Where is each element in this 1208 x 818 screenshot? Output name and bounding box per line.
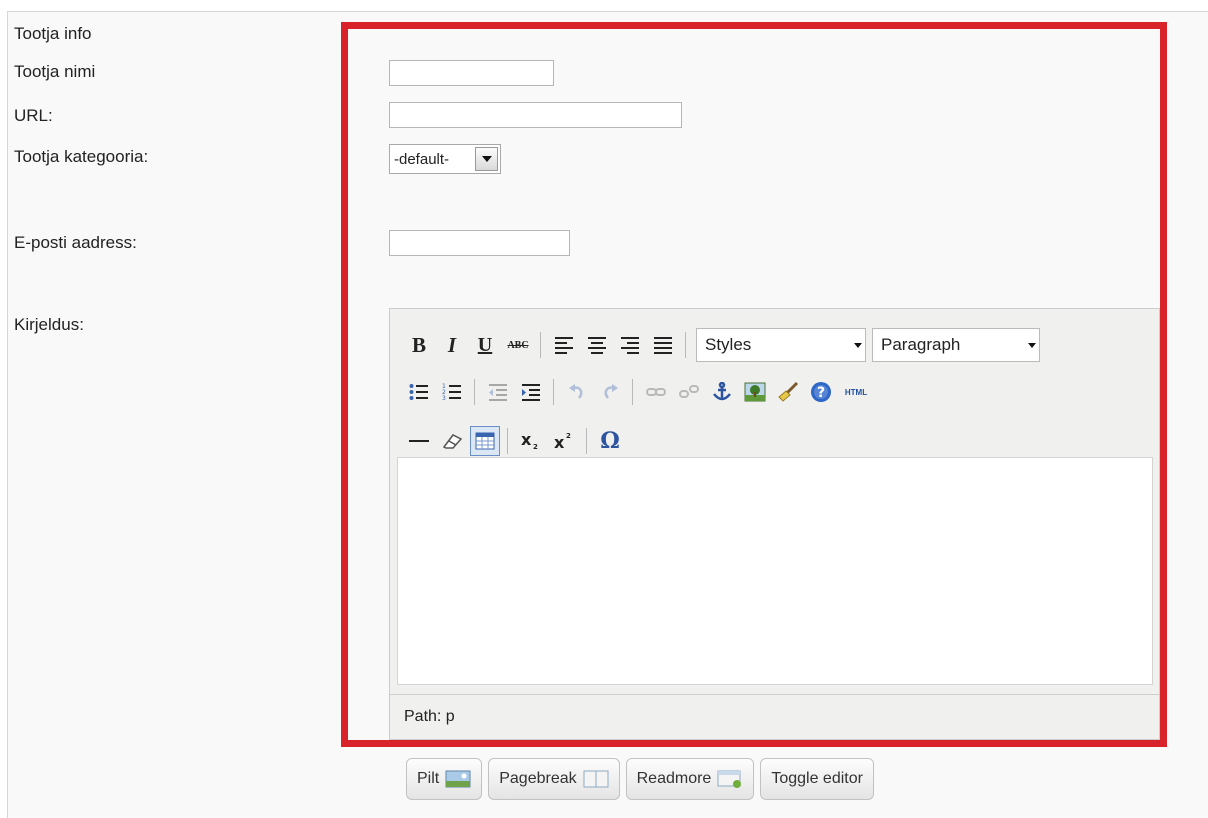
toggle-editor-button[interactable]: Toggle editor bbox=[760, 758, 874, 800]
pagebreak-icon bbox=[583, 770, 609, 788]
label-description: Kirjeldus: bbox=[14, 315, 84, 334]
toggle-editor-button-label: Toggle editor bbox=[771, 770, 863, 787]
readmore-button-label: Readmore bbox=[636, 770, 712, 787]
pagebreak-button[interactable]: Pagebreak bbox=[488, 758, 620, 800]
label-email: E-posti aadress: bbox=[14, 233, 137, 252]
highlight-frame bbox=[341, 22, 1167, 747]
pilt-button-label: Pilt bbox=[417, 770, 440, 787]
label-manufacturer-name: Tootja nimi bbox=[14, 62, 96, 81]
section-label-manufacturer-info: Tootja info bbox=[14, 24, 92, 43]
readmore-icon bbox=[717, 770, 743, 788]
pagebreak-button-label: Pagebreak bbox=[499, 770, 577, 787]
label-url: URL: bbox=[14, 106, 53, 125]
label-manufacturer-category: Tootja kategooria: bbox=[14, 147, 149, 166]
pilt-button[interactable]: Pilt bbox=[406, 758, 483, 800]
editor-button-bar: Pilt Pagebreak Readmore Toggle editor bbox=[406, 758, 880, 800]
picture-icon bbox=[445, 770, 471, 788]
readmore-button[interactable]: Readmore bbox=[625, 758, 755, 800]
